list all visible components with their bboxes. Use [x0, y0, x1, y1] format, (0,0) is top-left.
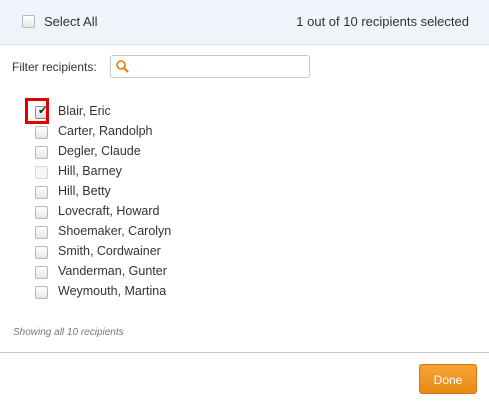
recipient-checkbox[interactable] — [35, 126, 48, 139]
recipient-name[interactable]: Lovecraft, Howard — [58, 204, 159, 218]
recipient-row[interactable]: Lovecraft, Howard — [0, 202, 300, 222]
recipient-name[interactable]: Hill, Barney — [58, 164, 122, 178]
filter-input[interactable] — [133, 58, 303, 74]
recipient-name[interactable]: Hill, Betty — [58, 184, 111, 198]
recipient-checkbox[interactable] — [35, 266, 48, 279]
footer-divider — [0, 352, 489, 353]
recipient-count-note: Showing all 10 recipients — [13, 327, 124, 338]
select-all-label[interactable]: Select All — [44, 14, 97, 29]
recipient-checkbox — [35, 166, 48, 179]
recipient-checkbox[interactable] — [35, 246, 48, 259]
recipient-checkbox[interactable] — [35, 186, 48, 199]
recipient-row[interactable]: Weymouth, Martina — [0, 282, 300, 302]
recipient-checkbox[interactable] — [35, 226, 48, 239]
search-icon — [116, 60, 129, 73]
filter-label: Filter recipients: — [12, 60, 97, 74]
filter-field[interactable] — [110, 55, 310, 78]
selection-highlight — [25, 98, 49, 124]
recipient-row[interactable]: Shoemaker, Carolyn — [0, 222, 300, 242]
recipient-name[interactable]: Degler, Claude — [58, 144, 141, 158]
recipient-name[interactable]: Vanderman, Gunter — [58, 264, 167, 278]
select-all-bar: Select All 1 out of 10 recipients select… — [0, 0, 489, 45]
recipient-checkbox[interactable] — [35, 206, 48, 219]
recipient-row[interactable]: Hill, Barney — [0, 162, 300, 182]
recipient-name[interactable]: Shoemaker, Carolyn — [58, 224, 171, 238]
recipient-row[interactable]: Smith, Cordwainer — [0, 242, 300, 262]
recipient-checkbox[interactable] — [35, 146, 48, 159]
recipient-row[interactable]: Hill, Betty — [0, 182, 300, 202]
recipient-checkbox[interactable] — [35, 286, 48, 299]
recipient-row[interactable]: Carter, Randolph — [0, 122, 300, 142]
recipient-name[interactable]: Carter, Randolph — [58, 124, 153, 138]
recipient-name[interactable]: Weymouth, Martina — [58, 284, 166, 298]
recipient-name[interactable]: Smith, Cordwainer — [58, 244, 161, 258]
selection-status: 1 out of 10 recipients selected — [296, 14, 469, 29]
select-all-checkbox[interactable] — [22, 15, 35, 28]
recipient-name[interactable]: Blair, Eric — [58, 104, 111, 118]
recipient-row[interactable]: Vanderman, Gunter — [0, 262, 300, 282]
recipient-row[interactable]: Degler, Claude — [0, 142, 300, 162]
done-button[interactable]: Done — [419, 364, 477, 394]
